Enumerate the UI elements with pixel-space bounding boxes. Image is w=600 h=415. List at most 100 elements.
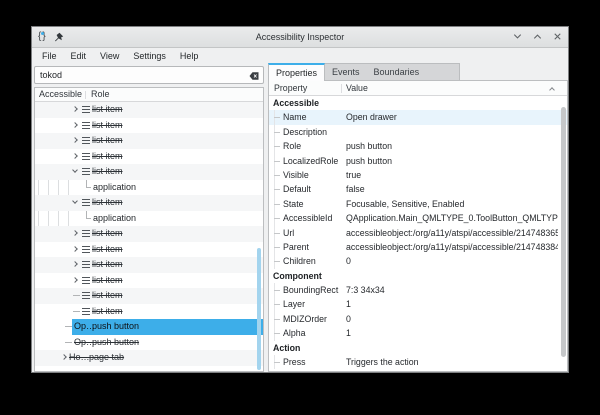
tab-strip: PropertiesEventsBoundaries	[268, 63, 460, 80]
expander-collapsed-icon[interactable]	[72, 230, 78, 236]
list-item-icon	[82, 277, 90, 284]
tree-row[interactable]: application	[35, 211, 263, 227]
tree-header[interactable]: Accessible Role	[35, 88, 263, 102]
tree-row[interactable]: list item	[35, 304, 263, 320]
property-value: 7:3 34x34	[346, 283, 558, 297]
menu-help[interactable]: Help	[173, 48, 206, 64]
tree-indent-guide	[68, 211, 69, 227]
branch-line	[274, 304, 280, 305]
list-item-icon	[82, 168, 90, 175]
tree-indent-guide	[48, 180, 49, 196]
expander-collapsed-icon[interactable]	[72, 246, 78, 252]
title-bar[interactable]: {} Accessibility Inspector	[32, 27, 568, 48]
property-group-row: Component	[269, 269, 567, 283]
property-row[interactable]: NameOpen drawer	[269, 110, 567, 124]
expander-collapsed-icon[interactable]	[72, 277, 78, 283]
tree-indent-guide	[68, 180, 69, 196]
column-role[interactable]: Role	[91, 89, 110, 99]
property-row[interactable]: Visibletrue	[269, 168, 567, 182]
column-divider[interactable]	[85, 91, 86, 99]
tree-row[interactable]: list item	[35, 242, 263, 258]
column-divider[interactable]	[341, 84, 342, 93]
list-item-icon	[82, 199, 90, 206]
property-row[interactable]: LocalizedRolepush button	[269, 154, 567, 168]
sort-ascending-icon[interactable]	[549, 87, 555, 93]
expander-expanded-icon[interactable]	[72, 198, 78, 204]
expander-collapsed-icon[interactable]	[72, 137, 78, 143]
branch-line	[274, 290, 280, 291]
window-title: Accessibility Inspector	[32, 27, 568, 48]
tree-row[interactable]: list item	[35, 149, 263, 165]
menu-bar: FileEditViewSettingsHelp	[32, 48, 568, 64]
property-row[interactable]: Rolepush button	[269, 139, 567, 153]
property-label: Visible	[283, 168, 309, 182]
menu-file[interactable]: File	[35, 48, 64, 64]
property-row[interactable]: AccessibleIdQApplication.Main_QMLTYPE_0.…	[269, 211, 567, 225]
column-value[interactable]: Value	[346, 83, 368, 93]
property-row[interactable]: Children0	[269, 254, 567, 268]
search-input[interactable]	[35, 67, 243, 83]
property-row[interactable]: PressTriggers the action	[269, 355, 567, 369]
property-row[interactable]: Alpha1	[269, 326, 567, 340]
expander-expanded-icon[interactable]	[72, 167, 78, 173]
clear-search-icon[interactable]	[248, 70, 260, 82]
property-row[interactable]: Description	[269, 125, 567, 139]
minimize-button[interactable]	[512, 31, 523, 42]
expander-collapsed-icon[interactable]	[72, 122, 78, 128]
property-row[interactable]: BoundingRect7:3 34x34	[269, 283, 567, 297]
tree-row[interactable]: list item	[35, 118, 263, 134]
tree-row[interactable]: list item	[35, 226, 263, 242]
tree-indent-guide	[58, 211, 59, 227]
property-row[interactable]: Urlaccessibleobject:/org/a11y/atspi/acce…	[269, 226, 567, 240]
branch-line	[274, 132, 280, 133]
tree-scrollbar[interactable]	[257, 248, 261, 370]
tree-row[interactable]: list item	[35, 195, 263, 211]
branch-line	[274, 161, 280, 162]
properties-table-header[interactable]: Property Value	[269, 81, 567, 96]
branch-elbow	[86, 180, 91, 188]
property-label: Layer	[283, 297, 305, 311]
properties-scrollbar[interactable]	[561, 107, 566, 357]
tree-row[interactable]: list item	[35, 164, 263, 180]
group-label: Component	[273, 269, 322, 283]
property-row[interactable]: MDIZOrder0	[269, 312, 567, 326]
property-row[interactable]: Parentaccessibleobject:/org/a11y/atspi/a…	[269, 240, 567, 254]
branch-line	[65, 342, 72, 343]
tree-row[interactable]: list item	[35, 133, 263, 149]
menu-settings[interactable]: Settings	[126, 48, 173, 64]
property-rows: AccessibleNameOpen drawerDescriptionRole…	[269, 96, 567, 371]
branch-elbow	[86, 211, 91, 219]
tree-row[interactable]: Op…push button	[35, 319, 263, 335]
tree-row[interactable]: list item	[35, 288, 263, 304]
expander-collapsed-icon[interactable]	[61, 354, 67, 360]
branch-line	[274, 204, 280, 205]
property-row[interactable]: Default false	[269, 182, 567, 196]
menu-view[interactable]: View	[93, 48, 126, 64]
tab-events[interactable]: Events	[325, 64, 367, 81]
tree-row[interactable]: list item	[35, 257, 263, 273]
property-label: Description	[283, 125, 327, 139]
expander-collapsed-icon[interactable]	[72, 106, 78, 112]
tree-row[interactable]: list item	[35, 102, 263, 118]
tree-row[interactable]: Ho…page tab	[35, 350, 263, 366]
expander-collapsed-icon[interactable]	[72, 153, 78, 159]
expander-collapsed-icon[interactable]	[72, 261, 78, 267]
tree-row[interactable]: list item	[35, 273, 263, 289]
property-value: false	[346, 182, 558, 196]
property-label: Default	[283, 182, 311, 196]
property-row[interactable]: StateFocusable, Sensitive, Enabled	[269, 197, 567, 211]
column-accessible[interactable]: Accessible	[39, 89, 82, 99]
accessible-tree-panel: Accessible Role list itemlist itemlist i…	[34, 87, 264, 372]
tree-indent-guide	[58, 180, 59, 196]
properties-panel: Property Value AccessibleNameOpen drawer…	[268, 80, 568, 372]
tree-row[interactable]: Op…push button	[35, 335, 263, 351]
column-property[interactable]: Property	[274, 83, 307, 93]
tab-boundaries[interactable]: Boundaries	[367, 64, 427, 81]
property-value: accessibleobject:/org/a11y/atspi/accessi…	[346, 240, 558, 254]
menu-edit[interactable]: Edit	[64, 48, 94, 64]
tree-row[interactable]: application	[35, 180, 263, 196]
property-row[interactable]: Layer1	[269, 297, 567, 311]
maximize-button[interactable]	[532, 31, 543, 42]
tab-properties[interactable]: Properties	[268, 63, 325, 81]
close-button[interactable]	[552, 31, 563, 42]
